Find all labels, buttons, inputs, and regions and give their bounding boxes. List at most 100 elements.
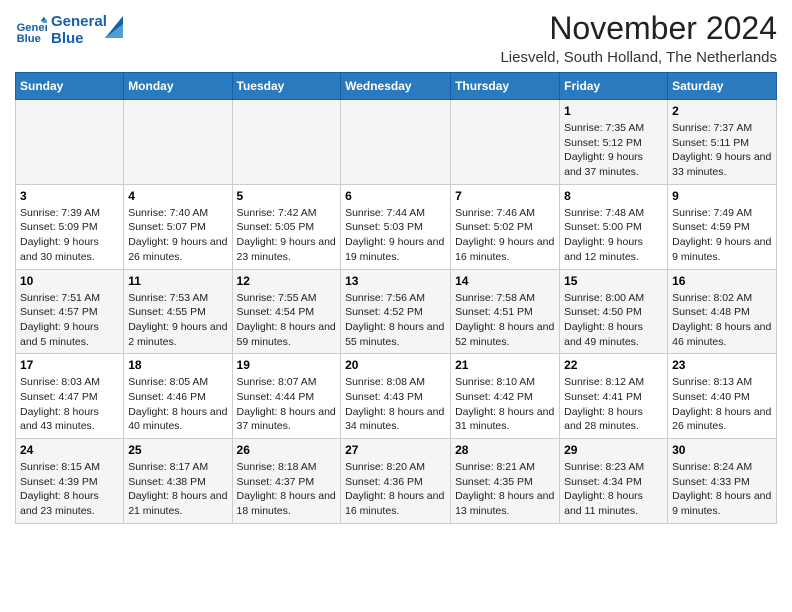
day-info: Sunrise: 7:58 AM Sunset: 4:51 PM Dayligh… (455, 291, 555, 350)
day-number: 18 (128, 358, 227, 372)
day-number: 20 (345, 358, 446, 372)
calendar-day-cell: 8 Sunrise: 7:48 AM Sunset: 5:00 PM Daylig… (560, 184, 668, 269)
day-number: 21 (455, 358, 555, 372)
calendar-day-cell (232, 100, 341, 185)
weekday-header-saturday: Saturday (668, 73, 777, 100)
day-info: Sunrise: 8:02 AM Sunset: 4:48 PM Dayligh… (672, 291, 772, 350)
calendar-week-row: 24 Sunrise: 8:15 AM Sunset: 4:39 PM Dayli… (16, 439, 777, 524)
weekday-header-thursday: Thursday (451, 73, 560, 100)
day-number: 10 (20, 274, 119, 288)
calendar-day-cell (124, 100, 232, 185)
day-info: Sunrise: 8:12 AM Sunset: 4:41 PM Dayligh… (564, 375, 663, 434)
day-info: Sunrise: 7:55 AM Sunset: 4:54 PM Dayligh… (237, 291, 337, 350)
weekday-header-friday: Friday (560, 73, 668, 100)
day-number: 28 (455, 443, 555, 457)
day-info: Sunrise: 7:48 AM Sunset: 5:00 PM Dayligh… (564, 206, 663, 265)
day-number: 23 (672, 358, 772, 372)
day-number: 9 (672, 189, 772, 203)
day-info: Sunrise: 8:07 AM Sunset: 4:44 PM Dayligh… (237, 375, 337, 434)
calendar-day-cell: 18 Sunrise: 8:05 AM Sunset: 4:46 PM Dayli… (124, 354, 232, 439)
day-info: Sunrise: 7:51 AM Sunset: 4:57 PM Dayligh… (20, 291, 119, 350)
calendar-day-cell: 22 Sunrise: 8:12 AM Sunset: 4:41 PM Dayli… (560, 354, 668, 439)
logo-icon: General Blue (15, 15, 47, 47)
day-number: 3 (20, 189, 119, 203)
day-number: 4 (128, 189, 227, 203)
calendar-day-cell: 17Sunrise: 8:03 AM Sunset: 4:47 PM Dayli… (16, 354, 124, 439)
calendar-week-row: 17Sunrise: 8:03 AM Sunset: 4:47 PM Dayli… (16, 354, 777, 439)
calendar-day-cell: 10 Sunrise: 7:51 AM Sunset: 4:57 PM Dayli… (16, 269, 124, 354)
day-number: 14 (455, 274, 555, 288)
day-number: 15 (564, 274, 663, 288)
day-number: 17 (20, 358, 119, 372)
weekday-header-tuesday: Tuesday (232, 73, 341, 100)
day-number: 13 (345, 274, 446, 288)
day-info: Sunrise: 8:24 AM Sunset: 4:33 PM Dayligh… (672, 460, 772, 519)
day-number: 7 (455, 189, 555, 203)
calendar-day-cell: 3 Sunrise: 7:39 AM Sunset: 5:09 PM Daylig… (16, 184, 124, 269)
day-number: 29 (564, 443, 663, 457)
calendar-day-cell: 29 Sunrise: 8:23 AM Sunset: 4:34 PM Dayli… (560, 439, 668, 524)
day-info: Sunrise: 7:56 AM Sunset: 4:52 PM Dayligh… (345, 291, 446, 350)
logo-text-blue: Blue (51, 31, 107, 48)
day-info: Sunrise: 7:49 AM Sunset: 4:59 PM Dayligh… (672, 206, 772, 265)
day-info: Sunrise: 7:35 AM Sunset: 5:12 PM Dayligh… (564, 121, 663, 180)
day-number: 24 (20, 443, 119, 457)
calendar-day-cell (16, 100, 124, 185)
calendar-day-cell: 5 Sunrise: 7:42 AM Sunset: 5:05 PM Daylig… (232, 184, 341, 269)
day-info: Sunrise: 8:17 AM Sunset: 4:38 PM Dayligh… (128, 460, 227, 519)
day-info: Sunrise: 8:10 AM Sunset: 4:42 PM Dayligh… (455, 375, 555, 434)
day-number: 2 (672, 104, 772, 118)
day-number: 12 (237, 274, 337, 288)
day-info: Sunrise: 7:40 AM Sunset: 5:07 PM Dayligh… (128, 206, 227, 265)
calendar-day-cell: 27Sunrise: 8:20 AM Sunset: 4:36 PM Dayli… (341, 439, 451, 524)
day-number: 11 (128, 274, 227, 288)
day-info: Sunrise: 8:00 AM Sunset: 4:50 PM Dayligh… (564, 291, 663, 350)
day-number: 1 (564, 104, 663, 118)
location-subtitle: Liesveld, South Holland, The Netherlands (500, 49, 777, 66)
day-number: 6 (345, 189, 446, 203)
day-number: 8 (564, 189, 663, 203)
calendar-day-cell: 2Sunrise: 7:37 AM Sunset: 5:11 PM Daylig… (668, 100, 777, 185)
day-number: 16 (672, 274, 772, 288)
month-title: November 2024 (500, 10, 777, 47)
day-info: Sunrise: 7:42 AM Sunset: 5:05 PM Dayligh… (237, 206, 337, 265)
calendar-table: SundayMondayTuesdayWednesdayThursdayFrid… (15, 72, 777, 524)
calendar-day-cell: 28Sunrise: 8:21 AM Sunset: 4:35 PM Dayli… (451, 439, 560, 524)
calendar-day-cell: 11Sunrise: 7:53 AM Sunset: 4:55 PM Dayli… (124, 269, 232, 354)
calendar-day-cell: 24 Sunrise: 8:15 AM Sunset: 4:39 PM Dayli… (16, 439, 124, 524)
day-number: 5 (237, 189, 337, 203)
calendar-week-row: 10 Sunrise: 7:51 AM Sunset: 4:57 PM Dayli… (16, 269, 777, 354)
page-header: General Blue General Blue November 2024 … (15, 10, 777, 66)
day-info: Sunrise: 8:20 AM Sunset: 4:36 PM Dayligh… (345, 460, 446, 519)
calendar-day-cell: 4 Sunrise: 7:40 AM Sunset: 5:07 PM Daylig… (124, 184, 232, 269)
day-info: Sunrise: 8:15 AM Sunset: 4:39 PM Dayligh… (20, 460, 119, 519)
calendar-day-cell: 23 Sunrise: 8:13 AM Sunset: 4:40 PM Dayli… (668, 354, 777, 439)
day-info: Sunrise: 8:08 AM Sunset: 4:43 PM Dayligh… (345, 375, 446, 434)
day-info: Sunrise: 7:44 AM Sunset: 5:03 PM Dayligh… (345, 206, 446, 265)
calendar-day-cell: 21 Sunrise: 8:10 AM Sunset: 4:42 PM Dayli… (451, 354, 560, 439)
weekday-header-sunday: Sunday (16, 73, 124, 100)
calendar-day-cell: 19Sunrise: 8:07 AM Sunset: 4:44 PM Dayli… (232, 354, 341, 439)
calendar-day-cell (341, 100, 451, 185)
day-number: 30 (672, 443, 772, 457)
calendar-day-cell: 6 Sunrise: 7:44 AM Sunset: 5:03 PM Daylig… (341, 184, 451, 269)
calendar-day-cell: 16 Sunrise: 8:02 AM Sunset: 4:48 PM Dayli… (668, 269, 777, 354)
logo-text-general: General (51, 14, 107, 31)
day-info: Sunrise: 8:23 AM Sunset: 4:34 PM Dayligh… (564, 460, 663, 519)
day-number: 22 (564, 358, 663, 372)
calendar-day-cell: 25Sunrise: 8:17 AM Sunset: 4:38 PM Dayli… (124, 439, 232, 524)
weekday-header-monday: Monday (124, 73, 232, 100)
logo-triangle-icon (105, 16, 123, 38)
calendar-day-cell: 20 Sunrise: 8:08 AM Sunset: 4:43 PM Dayli… (341, 354, 451, 439)
calendar-day-cell: 1 Sunrise: 7:35 AM Sunset: 5:12 PM Daylig… (560, 100, 668, 185)
calendar-day-cell (451, 100, 560, 185)
calendar-day-cell: 12 Sunrise: 7:55 AM Sunset: 4:54 PM Dayli… (232, 269, 341, 354)
day-number: 26 (237, 443, 337, 457)
logo: General Blue General Blue (15, 14, 123, 47)
calendar-week-row: 1 Sunrise: 7:35 AM Sunset: 5:12 PM Daylig… (16, 100, 777, 185)
title-area: November 2024 Liesveld, South Holland, T… (500, 10, 777, 66)
day-info: Sunrise: 7:39 AM Sunset: 5:09 PM Dayligh… (20, 206, 119, 265)
day-info: Sunrise: 8:13 AM Sunset: 4:40 PM Dayligh… (672, 375, 772, 434)
day-info: Sunrise: 8:18 AM Sunset: 4:37 PM Dayligh… (237, 460, 337, 519)
day-info: Sunrise: 8:05 AM Sunset: 4:46 PM Dayligh… (128, 375, 227, 434)
